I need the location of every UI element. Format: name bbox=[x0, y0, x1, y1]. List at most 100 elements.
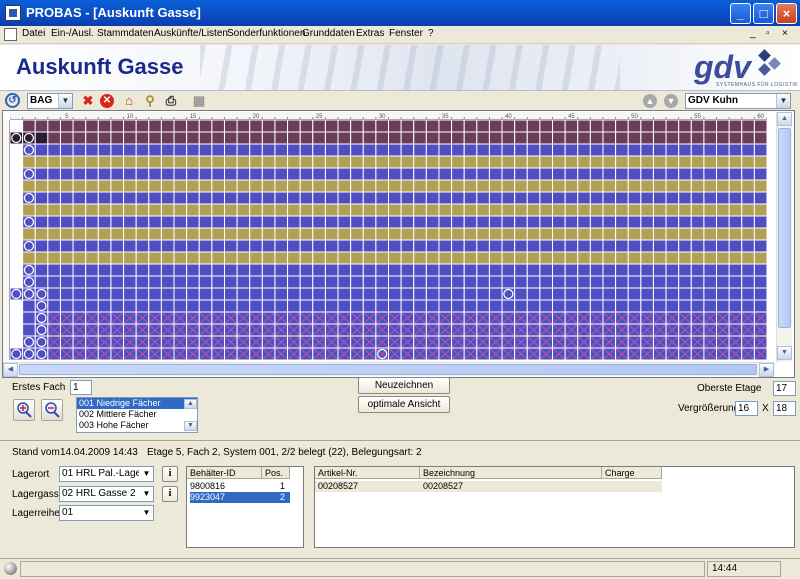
grid-cell[interactable] bbox=[299, 167, 314, 181]
grid-cell[interactable] bbox=[690, 179, 705, 193]
grid-cell[interactable] bbox=[110, 120, 125, 133]
grid-cell[interactable] bbox=[703, 131, 718, 145]
grid-cell[interactable] bbox=[85, 131, 99, 145]
grid-cell[interactable] bbox=[589, 179, 604, 193]
grid-cell[interactable] bbox=[324, 203, 339, 217]
grid-cell[interactable] bbox=[375, 263, 389, 277]
grid-cell[interactable] bbox=[514, 299, 528, 313]
grid-cell[interactable] bbox=[400, 263, 415, 277]
grid-cell[interactable] bbox=[337, 287, 352, 301]
grid-cell[interactable] bbox=[148, 299, 162, 313]
grid-cell[interactable] bbox=[438, 131, 453, 145]
grid-cell[interactable] bbox=[198, 203, 213, 217]
grid-cell[interactable] bbox=[85, 251, 99, 265]
grid-cell[interactable] bbox=[261, 203, 276, 217]
grid-cell[interactable] bbox=[388, 287, 402, 301]
grid-cell[interactable] bbox=[249, 191, 263, 205]
grid-cell[interactable] bbox=[173, 203, 188, 217]
grid-cell[interactable] bbox=[589, 239, 604, 253]
grid-cell[interactable] bbox=[198, 131, 213, 145]
grid-cell[interactable] bbox=[160, 239, 175, 253]
grid-cell[interactable] bbox=[400, 155, 415, 169]
grid-cell[interactable] bbox=[375, 191, 389, 205]
grid-cell[interactable] bbox=[526, 251, 541, 265]
grid-cell[interactable] bbox=[47, 227, 61, 241]
grid-cell[interactable] bbox=[652, 239, 667, 253]
grid-cell[interactable] bbox=[602, 299, 617, 313]
app-icon[interactable] bbox=[5, 5, 21, 21]
grid-cell[interactable] bbox=[501, 263, 516, 277]
grid-cell[interactable] bbox=[173, 227, 188, 241]
menu-datei[interactable]: Datei bbox=[22, 28, 45, 39]
grid-cell[interactable] bbox=[388, 275, 402, 289]
grid-cell[interactable] bbox=[703, 191, 718, 205]
grid-cell[interactable] bbox=[110, 263, 125, 277]
grid-cell[interactable] bbox=[135, 203, 150, 217]
grid-cell[interactable] bbox=[413, 167, 427, 181]
grid-cell[interactable] bbox=[463, 155, 478, 169]
grid-cell[interactable] bbox=[135, 167, 150, 181]
grid-cell[interactable] bbox=[678, 251, 692, 265]
grid-cell[interactable] bbox=[413, 131, 427, 145]
grid-cell[interactable] bbox=[451, 287, 465, 301]
grid-cell[interactable] bbox=[299, 215, 314, 229]
grid-cell[interactable] bbox=[324, 179, 339, 193]
grid-cell[interactable] bbox=[287, 203, 301, 217]
grid-cell[interactable] bbox=[223, 120, 238, 133]
grid-cell[interactable] bbox=[236, 191, 251, 205]
grid-cell[interactable] bbox=[627, 179, 642, 193]
grid-cell[interactable] bbox=[476, 251, 490, 265]
grid-cell[interactable] bbox=[173, 263, 188, 277]
grid-cell[interactable] bbox=[312, 215, 326, 229]
grid-cell[interactable] bbox=[337, 155, 352, 169]
grid-cell[interactable] bbox=[362, 179, 377, 193]
grid-cell[interactable] bbox=[665, 251, 680, 265]
grid-cell[interactable] bbox=[552, 287, 566, 301]
grid-cell[interactable] bbox=[602, 227, 617, 241]
grid-cell[interactable] bbox=[665, 299, 680, 313]
grid-cell[interactable] bbox=[72, 120, 87, 133]
grid-cell[interactable] bbox=[690, 215, 705, 229]
grid-cell[interactable] bbox=[211, 191, 225, 205]
grid-cell[interactable] bbox=[249, 215, 263, 229]
grid-cell[interactable] bbox=[552, 143, 566, 157]
down-arrow-icon[interactable]: ▼ bbox=[664, 94, 678, 108]
fach-type-list[interactable]: 001 Niedrige Fächer 002 Mittlere Fächer … bbox=[76, 397, 198, 433]
grid-cell[interactable] bbox=[716, 287, 730, 301]
grid-cell[interactable] bbox=[690, 191, 705, 205]
grid-cell[interactable] bbox=[652, 179, 667, 193]
grid-cell[interactable] bbox=[615, 275, 629, 289]
grid-cell[interactable] bbox=[476, 131, 490, 145]
grid-cell[interactable] bbox=[451, 179, 465, 193]
grid-cell[interactable] bbox=[539, 120, 554, 133]
grid-cell[interactable] bbox=[665, 179, 680, 193]
grid-cell[interactable] bbox=[488, 143, 503, 157]
grid-cell[interactable] bbox=[59, 131, 74, 145]
grid-cell[interactable] bbox=[59, 263, 74, 277]
grid-cell[interactable] bbox=[186, 203, 200, 217]
grid-cell[interactable] bbox=[375, 155, 389, 169]
grid-cell[interactable] bbox=[10, 120, 24, 133]
lagerort-select[interactable]: 01 HRL Pal.-Lager ▼ bbox=[59, 466, 154, 482]
grid-cell[interactable] bbox=[476, 120, 490, 133]
column-header[interactable]: Behälter-ID bbox=[187, 467, 262, 479]
grid-cell[interactable] bbox=[728, 251, 743, 265]
grid-cell[interactable] bbox=[400, 179, 415, 193]
grid-cell[interactable] bbox=[123, 203, 137, 217]
grid-cell[interactable] bbox=[463, 179, 478, 193]
grid-cell[interactable] bbox=[514, 263, 528, 277]
grid-cell[interactable] bbox=[10, 263, 24, 277]
grid-cell[interactable] bbox=[577, 275, 591, 289]
grid-cell[interactable] bbox=[261, 275, 276, 289]
grid-cell[interactable] bbox=[589, 215, 604, 229]
grid-cell[interactable] bbox=[198, 227, 213, 241]
grid-cell[interactable] bbox=[274, 179, 289, 193]
grid-cell[interactable] bbox=[716, 227, 730, 241]
grid-cell[interactable] bbox=[173, 287, 188, 301]
grid-cell[interactable] bbox=[552, 155, 566, 169]
grid-cell[interactable] bbox=[10, 203, 24, 217]
grid-cell[interactable] bbox=[350, 239, 364, 253]
grid-cell[interactable] bbox=[223, 263, 238, 277]
grid-cell[interactable] bbox=[97, 155, 112, 169]
grid-cell[interactable] bbox=[34, 239, 49, 253]
